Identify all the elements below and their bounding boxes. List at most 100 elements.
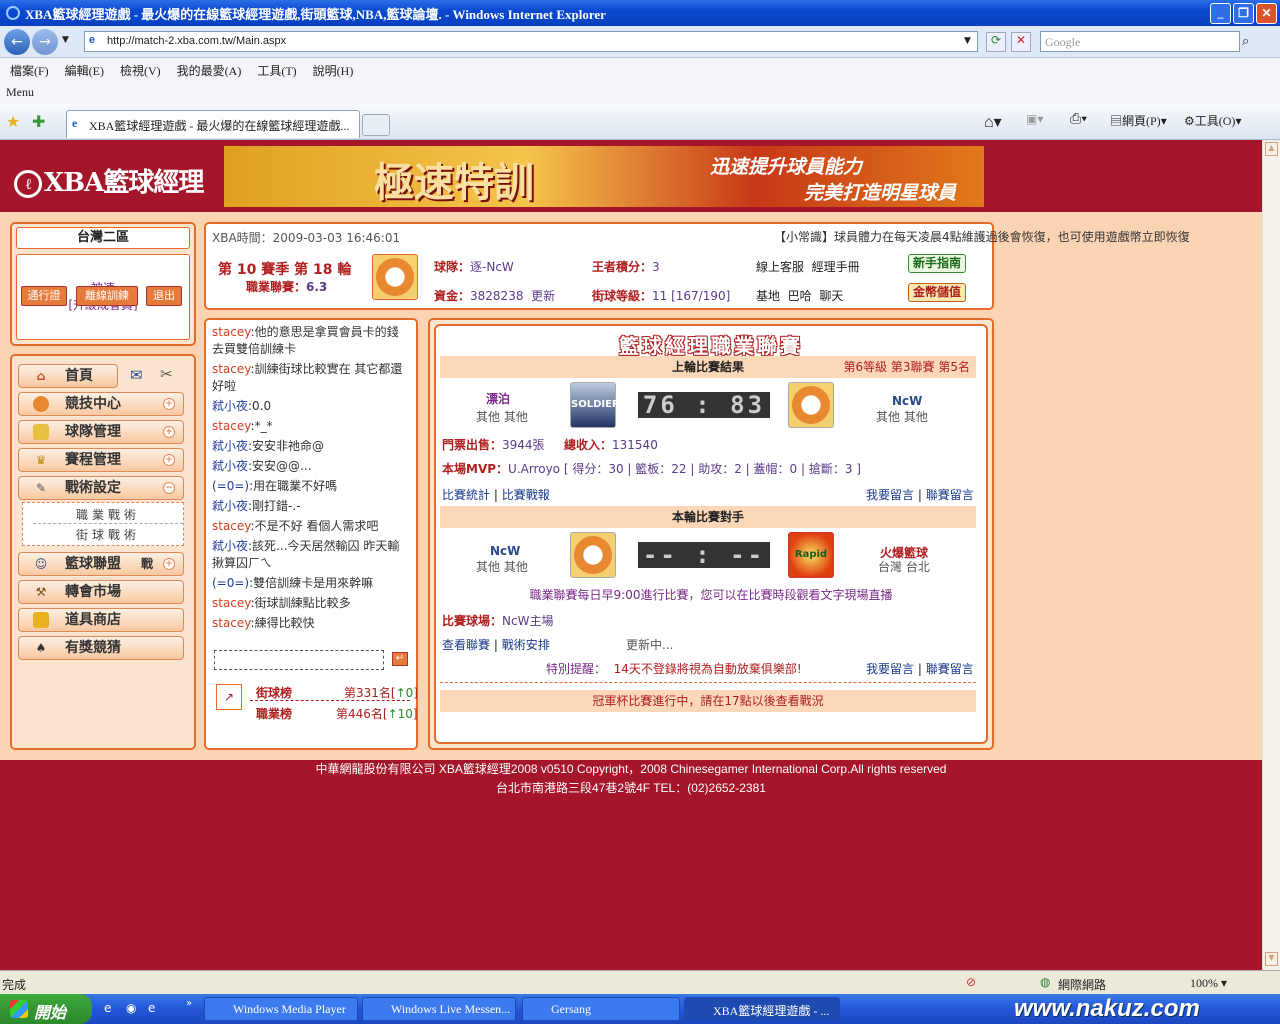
task-xba-browser[interactable]: XBA籃球經理遊戲 - ...	[684, 997, 840, 1021]
stop-icon[interactable]: ✕	[1011, 32, 1031, 52]
match-stats-link[interactable]: 比賽統計	[442, 488, 490, 502]
forward-button[interactable]: →	[32, 29, 58, 55]
home-team-logo[interactable]: SOLDIER	[570, 382, 620, 428]
league-message-link[interactable]: 聯賽留言	[926, 662, 974, 676]
money-label: 資金：	[434, 289, 471, 303]
add-favorite-icon[interactable]: ✚	[32, 112, 45, 131]
address-dropdown-icon[interactable]: ▼	[964, 36, 971, 46]
leave-message-link[interactable]: 我要留言	[866, 662, 914, 676]
street-tactics-link[interactable]: 街球戰術	[33, 526, 183, 543]
chat-author: 弒小夜	[212, 459, 249, 473]
tab-active[interactable]: e XBA籃球經理遊戲 - 最火爆的在線籃球經理遊戲...	[66, 110, 360, 138]
newbie-guide-button[interactable]: 新手指南	[908, 254, 966, 273]
offline-training-button[interactable]: 離線訓練	[76, 286, 138, 306]
nav-shop[interactable]: 道具商店	[18, 608, 184, 632]
next-home-team-logo[interactable]: ℓ	[570, 532, 616, 578]
base-link[interactable]: 基地	[756, 289, 780, 303]
gold-topup-button[interactable]: 金幣儲值	[908, 283, 966, 302]
vertical-scrollbar[interactable]: ▲ ▼	[1262, 140, 1280, 970]
update-link[interactable]: 更新	[531, 289, 555, 303]
start-button[interactable]: 開始	[0, 994, 92, 1024]
tools-icon[interactable]: ✂	[160, 365, 173, 383]
expand-icon: +	[163, 426, 175, 438]
menu-edit[interactable]: 編輯(E)	[65, 62, 104, 79]
refresh-icon[interactable]: ⟳	[986, 32, 1006, 52]
task-media-player[interactable]: Windows Media Player	[204, 997, 358, 1021]
scroll-down-icon[interactable]: ▼	[1265, 952, 1278, 966]
passport-button[interactable]: 通行證	[21, 286, 67, 306]
send-icon[interactable]: ↵	[392, 652, 408, 666]
scroll-up-icon[interactable]: ▲	[1265, 142, 1278, 156]
nav-team[interactable]: 球隊管理 +	[18, 420, 184, 444]
chat-input[interactable]	[214, 650, 384, 670]
menu-help[interactable]: 說明(H)	[313, 62, 354, 79]
online-service-link[interactable]: 線上客服	[756, 260, 804, 274]
away-team-logo[interactable]: ℓ	[788, 382, 834, 428]
tools-menu[interactable]: ⚙工具(O)▾	[1184, 112, 1241, 129]
next-home-team-name[interactable]: NcW	[490, 544, 520, 558]
promo-banner[interactable]: 極速特訓 迅速提升球員能力 完美打造明星球員	[224, 146, 984, 207]
new-tab-button[interactable]	[362, 114, 390, 136]
leave-message-link[interactable]: 我要留言	[866, 488, 914, 502]
away-team-name[interactable]: NcW	[892, 394, 922, 408]
manual-link[interactable]: 經理手冊	[812, 260, 860, 274]
back-button[interactable]: ←	[4, 29, 30, 55]
page-menu[interactable]: ▤網頁(P)▾	[1110, 112, 1167, 129]
next-away-team-logo[interactable]: Rapid	[788, 532, 834, 578]
search-input[interactable]: Google	[1040, 31, 1240, 52]
nav-tactics[interactable]: ✎ 戰術設定 −	[18, 476, 184, 500]
pro-league-label: 職業聯賽：	[246, 280, 307, 294]
pro-tactics-link[interactable]: 職業戰術	[33, 506, 183, 524]
quicklaunch-media-icon[interactable]: ◉	[126, 1001, 136, 1015]
print-icon[interactable]: ⎙▾	[1070, 112, 1087, 128]
search-icon[interactable]: ⌕	[1242, 34, 1249, 49]
nav-transfer[interactable]: ⚒ 轉會市場	[18, 580, 184, 604]
chat-author: stacey	[212, 616, 251, 630]
address-input[interactable]: e http://match-2.xba.com.tw/Main.aspx	[84, 31, 978, 52]
menu-favorites[interactable]: 我的最愛(A)	[177, 62, 242, 79]
minimize-button[interactable]: _	[1210, 3, 1231, 24]
favorites-star-icon[interactable]: ★	[6, 112, 20, 131]
match-report-link[interactable]: 比賽戰報	[502, 488, 550, 502]
nav-arena[interactable]: 競技中心 +	[18, 392, 184, 416]
quicklaunch-ie-icon[interactable]: e	[104, 1001, 111, 1015]
menu-file[interactable]: 檔案(F)	[10, 62, 49, 79]
chat-panel: stacey:他的意思是拿買會員卡的錢去買雙倍訓練卡 stacey:訓練街球比較…	[204, 318, 418, 750]
chat-link[interactable]: 聊天	[819, 289, 843, 303]
pro-rank-label[interactable]: 職業榜	[256, 705, 292, 722]
taskbar: 開始 e ◉ e » Windows Media Player Windows …	[0, 994, 1280, 1024]
watermark: www.nakuz.com	[1014, 995, 1200, 1022]
home-team-name[interactable]: 漂泊	[486, 390, 510, 407]
logout-button[interactable]: 退出	[146, 286, 182, 306]
quicklaunch-more-icon[interactable]: »	[186, 998, 192, 1009]
task-messenger[interactable]: Windows Live Messen...	[362, 997, 516, 1021]
feeds-icon[interactable]: ▣▾	[1026, 112, 1043, 127]
nav-home-label: 首頁	[65, 368, 93, 384]
task-gersang[interactable]: Gersang	[522, 997, 680, 1021]
view-league-link[interactable]: 查看聯賽	[442, 638, 490, 652]
chat-message: stacey:他的意思是拿買會員卡的錢去買雙倍訓練卡	[212, 324, 408, 358]
menu-tools[interactable]: 工具(T)	[257, 62, 296, 79]
nav-schedule[interactable]: ♛ 賽程管理 +	[18, 448, 184, 472]
close-button[interactable]: ✕	[1256, 3, 1277, 24]
mail-icon[interactable]: ✉	[130, 366, 143, 384]
league-message-link[interactable]: 聯賽留言	[926, 488, 974, 502]
tactics-arrange-link[interactable]: 戰術安排	[502, 638, 550, 652]
street-rank-label[interactable]: 街球榜	[256, 684, 292, 701]
nav-home[interactable]: ⌂ 首頁	[18, 364, 118, 388]
site-logo[interactable]: ℓ XBA籃球經理	[14, 162, 204, 199]
nav-quiz[interactable]: ♠ 有獎競猜	[18, 636, 184, 660]
ticket-value: 3944張	[502, 438, 545, 452]
quicklaunch-browser-icon[interactable]: e	[148, 1001, 155, 1015]
zoom-control[interactable]: 100% ▾	[1190, 976, 1227, 991]
home-icon[interactable]: ⌂▾	[984, 112, 1002, 132]
history-dropdown-icon[interactable]: ▼	[62, 35, 69, 45]
maximize-button[interactable]: ❐	[1233, 3, 1254, 24]
tab-ie-icon: e	[72, 116, 78, 130]
baha-link[interactable]: 巴哈	[788, 289, 812, 303]
league-links: 查看聯賽 | 戰術安排	[442, 638, 550, 652]
nav-league[interactable]: ☺ 籃球聯盟 戰 +	[18, 552, 184, 576]
menu-view[interactable]: 檢視(V)	[120, 62, 161, 79]
next-opponent-header: 本輪比賽對手	[440, 506, 976, 528]
chat-message: stacey:練得比較快	[212, 615, 408, 632]
